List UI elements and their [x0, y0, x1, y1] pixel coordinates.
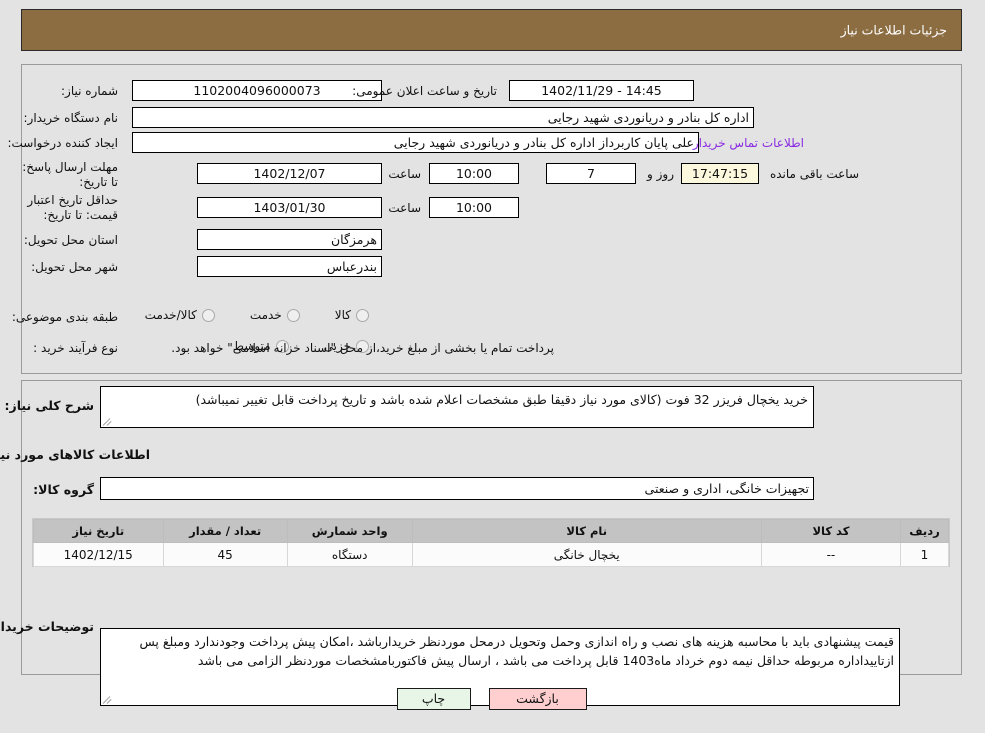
- goods-section-title: اطلاعات کالاهای مورد نیاز: [0, 447, 151, 462]
- resize-grip-icon[interactable]: [104, 417, 113, 426]
- print-button[interactable]: چاپ: [397, 688, 472, 710]
- col-row: ردیف: [900, 519, 951, 543]
- remaining-days-value: 7: [547, 163, 637, 184]
- cell-code: --: [761, 542, 902, 567]
- buyer-notes-label: توضیحات خریدار:: [0, 619, 95, 634]
- price-validity-time-label: ساعت: [389, 201, 422, 215]
- reply-deadline-date: 1402/12/07: [198, 163, 383, 184]
- buyer-org-value: اداره کل بنادر و دریانوردی شهید رجایی: [133, 107, 755, 128]
- need-number-value: 1102004096000073: [133, 80, 383, 101]
- need-number-label: شماره نیاز:: [62, 84, 119, 98]
- delivery-province-value: هرمزگان: [198, 229, 383, 250]
- radio-circle-icon[interactable]: [202, 308, 216, 322]
- need-description-text: خرید یخچال فریزر 32 فوت (کالای مورد نیاز…: [196, 392, 809, 407]
- radio-label-kala: کالا: [335, 308, 352, 322]
- radio-circle-icon[interactable]: [357, 308, 370, 322]
- page-header: جزئیات اطلاعات نیاز: [22, 9, 963, 51]
- back-button[interactable]: بازگشت: [489, 688, 588, 710]
- col-name: نام کالا: [412, 519, 763, 543]
- buyer-notes-text: قیمت پیشنهادی باید با محاسبه هزینه های ن…: [140, 634, 895, 668]
- remaining-days-label: روز و: [648, 167, 675, 181]
- goods-group-label: گروه کالا:: [34, 482, 95, 497]
- table-header-row: ردیف کد کالا نام کالا واحد شمارش تعداد /…: [34, 519, 951, 543]
- price-validity-label: حداقل تاریخ اعتبار قیمت: تا تاریخ:: [28, 193, 119, 222]
- reply-deadline-time-label: ساعت: [389, 167, 422, 181]
- table-row: 1 -- یخچال خانگی دستگاه 45 1402/12/15: [34, 542, 951, 567]
- purchase-process-label: نوع فرآیند خرید :: [34, 341, 119, 355]
- footer-buttons: بازگشت چاپ: [0, 688, 985, 710]
- request-creator-label: ایجاد کننده درخواست:: [8, 136, 119, 150]
- radio-circle-icon[interactable]: [287, 308, 301, 322]
- need-description-label: شرح کلی نیاز:: [5, 398, 95, 413]
- subject-category-label: طبقه بندی موضوعی:: [12, 310, 119, 324]
- goods-group-value: تجهیزات خانگی، اداری و صنعتی: [101, 477, 815, 500]
- reply-deadline-label: مهلت ارسال پاسخ: تا تاریخ:: [23, 160, 119, 189]
- reply-deadline-time: 10:00: [430, 163, 520, 184]
- delivery-city-value: بندرعباس: [198, 256, 383, 277]
- radio-option-khedmat[interactable]: خدمت: [251, 308, 301, 322]
- radio-option-kala[interactable]: کالا: [336, 308, 370, 322]
- cell-quantity: 45: [163, 542, 289, 567]
- col-quantity: تعداد / مقدار: [163, 519, 289, 543]
- countdown-label: ساعت باقی مانده: [770, 167, 860, 181]
- radio-label-kala-khedmat: کالا/خدمت: [145, 308, 198, 322]
- cell-need-date: 1402/12/15: [34, 542, 165, 567]
- buyer-org-label: نام دستگاه خریدار:: [24, 111, 120, 125]
- price-validity-date: 1403/01/30: [198, 197, 383, 218]
- request-creator-value: علی پایان کاربرداز اداره کل بنادر و دریا…: [133, 132, 700, 153]
- purchase-process-note: پرداخت تمام یا بخشی از مبلغ خرید،از محل …: [172, 341, 555, 355]
- cell-name: یخچال خانگی: [412, 542, 763, 567]
- cell-row: 1: [900, 542, 951, 567]
- col-need-date: تاریخ نیاز: [34, 519, 165, 543]
- radio-option-kala-khedmat[interactable]: کالا/خدمت: [146, 308, 216, 322]
- cell-unit: دستگاه: [287, 542, 414, 567]
- delivery-province-label: استان محل تحویل:: [24, 233, 119, 247]
- goods-table: ردیف کد کالا نام کالا واحد شمارش تعداد /…: [34, 519, 951, 567]
- need-description-value[interactable]: خرید یخچال فریزر 32 فوت (کالای مورد نیاز…: [101, 386, 815, 428]
- announce-datetime-value: 14:45 - 1402/11/29: [510, 80, 695, 101]
- announce-datetime-label: تاریخ و ساعت اعلان عمومی:: [353, 84, 498, 98]
- countdown-timer: 17:47:15: [682, 163, 760, 184]
- col-unit: واحد شمارش: [287, 519, 414, 543]
- page-title: جزئیات اطلاعات نیاز: [841, 22, 948, 38]
- col-code: کد کالا: [761, 519, 902, 543]
- buyer-contact-link[interactable]: اطلاعات تماس خریدار: [694, 136, 805, 150]
- price-validity-time: 10:00: [430, 197, 520, 218]
- delivery-city-label: شهر محل تحویل:: [32, 260, 119, 274]
- subject-category-radios[interactable]: کالا خدمت کالا/خدمت: [146, 308, 370, 322]
- radio-label-khedmat: خدمت: [250, 308, 283, 322]
